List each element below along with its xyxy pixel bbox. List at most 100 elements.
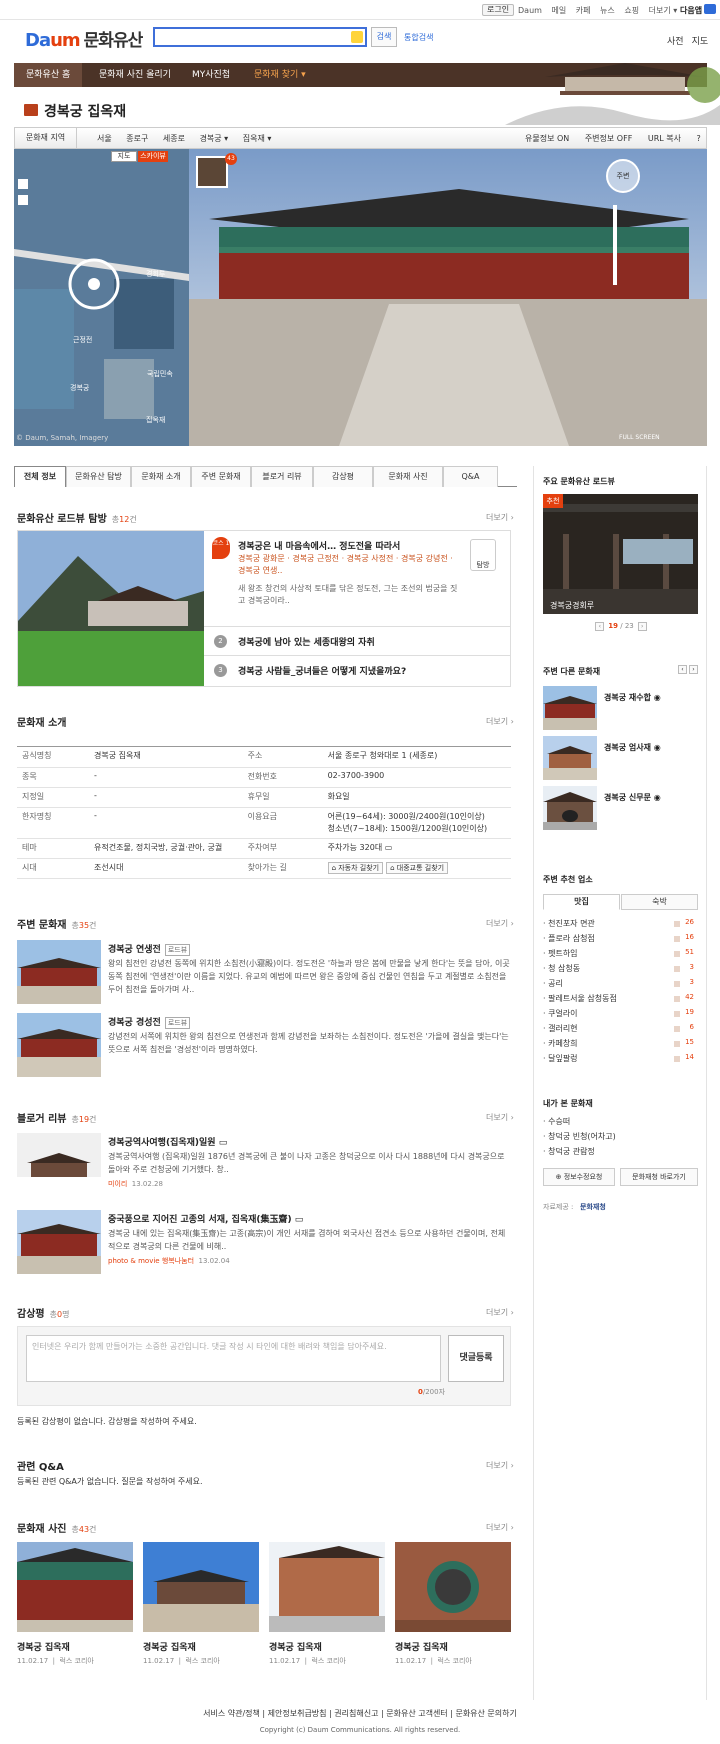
photo-title[interactable]: 경복궁 집옥재 — [143, 1640, 259, 1653]
transit-directions-button[interactable]: ⌂ 대중교통 길찾기 — [386, 861, 449, 874]
tab-tour[interactable]: 문화유산 탐방 — [66, 466, 131, 487]
photos-more-link[interactable]: 더보기 › — [486, 1522, 514, 1533]
link-more[interactable]: 더보기 ▾ — [649, 6, 678, 15]
link-daum[interactable]: Daum — [518, 6, 542, 15]
nav-my-album[interactable]: MY사진첩 — [192, 63, 230, 87]
comment-submit-button[interactable]: 댓글등록 — [448, 1335, 504, 1382]
tab-restaurants[interactable]: 맛집 — [543, 894, 620, 910]
crumb-jibokjae[interactable]: 집옥재 ▾ — [243, 134, 272, 143]
artifact-info-toggle[interactable]: 유물정보 ON — [525, 134, 569, 143]
list-item[interactable]: · 카페창희 15 — [543, 1038, 698, 1053]
blog-thumbnail[interactable] — [17, 1210, 101, 1274]
featured-caption[interactable]: 경복궁경회루 — [550, 600, 594, 611]
cha-link-button[interactable]: 문화재청 바로가기 — [620, 1168, 698, 1186]
tab-photos[interactable]: 문화재 사진 — [373, 466, 443, 487]
photo-image[interactable] — [17, 1542, 133, 1632]
region-label[interactable]: 문화재 지역 — [15, 128, 77, 148]
car-directions-button[interactable]: ⌂ 자동차 길찾기 — [327, 861, 384, 874]
crumb-jongno[interactable]: 종로구 — [126, 134, 148, 143]
roadview-tag[interactable]: 로드뷰 — [164, 1017, 191, 1029]
photo-image[interactable] — [143, 1542, 259, 1632]
crumb-gyeongbokgung[interactable]: 경복궁 ▾ — [200, 134, 229, 143]
footer-links[interactable]: 서비스 약관/정책 | 제안정보취급방침 | 권리침해신고 | 문화유산 고객센… — [0, 1708, 720, 1719]
edit-request-button[interactable]: ⊕ 정보수정요청 — [543, 1168, 615, 1186]
list-item[interactable]: · 팔레트서울 삼청동점 42 — [543, 993, 698, 1008]
blog-title[interactable]: 중국풍으로 지어진 고종의 서재, 집옥재(集玉齋) ▭ — [108, 1212, 303, 1225]
roadview-photo-count[interactable]: 43 — [225, 153, 237, 165]
prev-arrow-icon[interactable]: ‹ — [595, 622, 605, 631]
course-title[interactable]: 경복궁은 내 마음속에서… 정도전을 따라서 — [238, 539, 400, 552]
link-mail[interactable]: 메일 — [551, 6, 566, 15]
other-thumbnail[interactable] — [543, 686, 597, 730]
tab-nearby[interactable]: 주변 문화재 — [191, 466, 251, 487]
next-arrow-icon[interactable]: › — [637, 622, 647, 631]
intro-more-link[interactable]: 더보기 › — [486, 716, 514, 727]
prev-arrow-icon[interactable]: ‹ — [678, 665, 687, 674]
daum-app-link[interactable]: 다음앱 — [680, 4, 717, 16]
course-2-title[interactable]: 경복궁에 남아 있는 세종대왕의 자취 — [238, 635, 375, 648]
dictionary-link[interactable]: 사전 — [667, 37, 684, 47]
map-link[interactable]: 지도 — [692, 37, 709, 47]
sky-map[interactable]: 지도 스카이뷰 경회루 근정전 경복궁 국립민속 집옥재 © Daum, Sam… — [14, 149, 189, 446]
roadview-panorama[interactable]: 43 주변 FULL SCREEN — [189, 149, 707, 446]
other-thumbnail[interactable] — [543, 736, 597, 780]
list-item[interactable]: · 펫트하임 51 — [543, 948, 698, 963]
map-mode-button[interactable]: 지도 — [111, 151, 137, 162]
crumb-sejongno[interactable]: 세종로 — [163, 134, 185, 143]
tab-qa[interactable]: Q&A — [443, 466, 498, 487]
crumb-seoul[interactable]: 서울 — [97, 134, 112, 143]
nearby-thumbnail[interactable] — [17, 1013, 101, 1077]
source-logo[interactable]: 문화재청 — [580, 1202, 606, 1212]
next-arrow-icon[interactable]: › — [689, 665, 698, 674]
photo-card[interactable]: 경복궁 집옥재 11.02.17 | 럭스 코리아 — [395, 1542, 511, 1666]
search-button[interactable]: 검색 — [371, 27, 397, 47]
other-title[interactable]: 경복궁 엄사재 ◉ — [604, 742, 661, 753]
photo-card[interactable]: 경복궁 집옥재 11.02.17 | 럭스 코리아 — [17, 1542, 133, 1666]
photo-image[interactable] — [269, 1542, 385, 1632]
zoom-slider[interactable] — [613, 205, 617, 285]
course-3-title[interactable]: 경복궁 사람들_궁녀들은 어떻게 지냈을까요? — [238, 664, 406, 677]
tour-course-3[interactable]: 3 경복궁 사람들_궁녀들은 어떻게 지냈을까요? — [204, 656, 510, 685]
nav-upload-photo[interactable]: 문화재 사진 올리기 — [99, 63, 171, 87]
tab-review[interactable]: 감상평 — [313, 466, 373, 487]
photo-title[interactable]: 경복궁 집옥재 — [17, 1640, 133, 1653]
list-item[interactable]: 경복궁 신무문 ◉ — [543, 786, 698, 832]
daum-logo[interactable]: Daum 문화유산 — [25, 26, 143, 51]
blog-more-link[interactable]: 더보기 › — [486, 1112, 514, 1123]
link-cafe[interactable]: 카페 — [576, 6, 591, 15]
other-title[interactable]: 경복궁 신무문 ◉ — [604, 792, 661, 803]
link-shopping[interactable]: 쇼핑 — [624, 6, 639, 15]
fullscreen-button[interactable]: FULL SCREEN — [619, 434, 660, 441]
other-title[interactable]: 경복궁 재수합 ◉ — [604, 692, 661, 703]
tour-thumbnail[interactable] — [18, 531, 204, 686]
photo-image[interactable] — [395, 1542, 511, 1632]
list-item[interactable]: · 플로라 삼청점 16 — [543, 933, 698, 948]
nearby-more-link[interactable]: 더보기 › — [486, 918, 514, 929]
nearby-info-toggle[interactable]: 주변정보 OFF — [585, 134, 632, 143]
list-item[interactable]: · 갤러리현 6 — [543, 1023, 698, 1038]
search-input[interactable] — [153, 27, 367, 47]
tab-all-info[interactable]: 전체 정보 — [14, 466, 66, 487]
tour-start-button[interactable]: 탐방 — [470, 539, 496, 571]
nav-find-heritage[interactable]: 문화재 찾기 ▾ — [254, 63, 306, 87]
list-item[interactable]: · 천진포자 면관 26 — [543, 918, 698, 933]
login-button[interactable]: 로그인 — [482, 4, 515, 16]
blog-title[interactable]: 경복궁역사여행(집옥재)일원 ▭ — [108, 1135, 227, 1148]
list-item[interactable]: · 창덕궁 빈청(어차고) — [543, 1131, 698, 1146]
list-item[interactable]: · 공리 3 — [543, 978, 698, 993]
tab-blog[interactable]: 블로거 리뷰 — [251, 466, 313, 487]
list-item[interactable]: · 청 삼청동 3 — [543, 963, 698, 978]
tour-more-link[interactable]: 더보기 › — [486, 512, 514, 523]
copy-url-button[interactable]: URL 복사 — [648, 134, 681, 143]
keyboard-icon[interactable] — [351, 31, 363, 43]
link-news[interactable]: 뉴스 — [600, 6, 615, 15]
compass-control[interactable]: 주변 — [606, 159, 640, 193]
skyview-mode-button[interactable]: 스카이뷰 — [138, 151, 168, 162]
tour-course-1[interactable]: 코스 1 경복궁은 내 마음속에서… 정도전을 따라서 경복궁 광화문 · 경복… — [204, 531, 510, 627]
tab-intro[interactable]: 문화재 소개 — [131, 466, 191, 487]
list-item[interactable]: · 수승떠 — [543, 1116, 698, 1131]
help-button[interactable]: ? — [697, 134, 701, 143]
list-item[interactable]: · 창덕궁 관람정 — [543, 1146, 698, 1161]
comment-input[interactable]: 인터넷은 우리가 함께 만들어가는 소중한 공간입니다. 댓글 작성 시 타인에… — [26, 1335, 441, 1382]
list-item[interactable]: 경복궁 재수합 ◉ — [543, 686, 698, 732]
